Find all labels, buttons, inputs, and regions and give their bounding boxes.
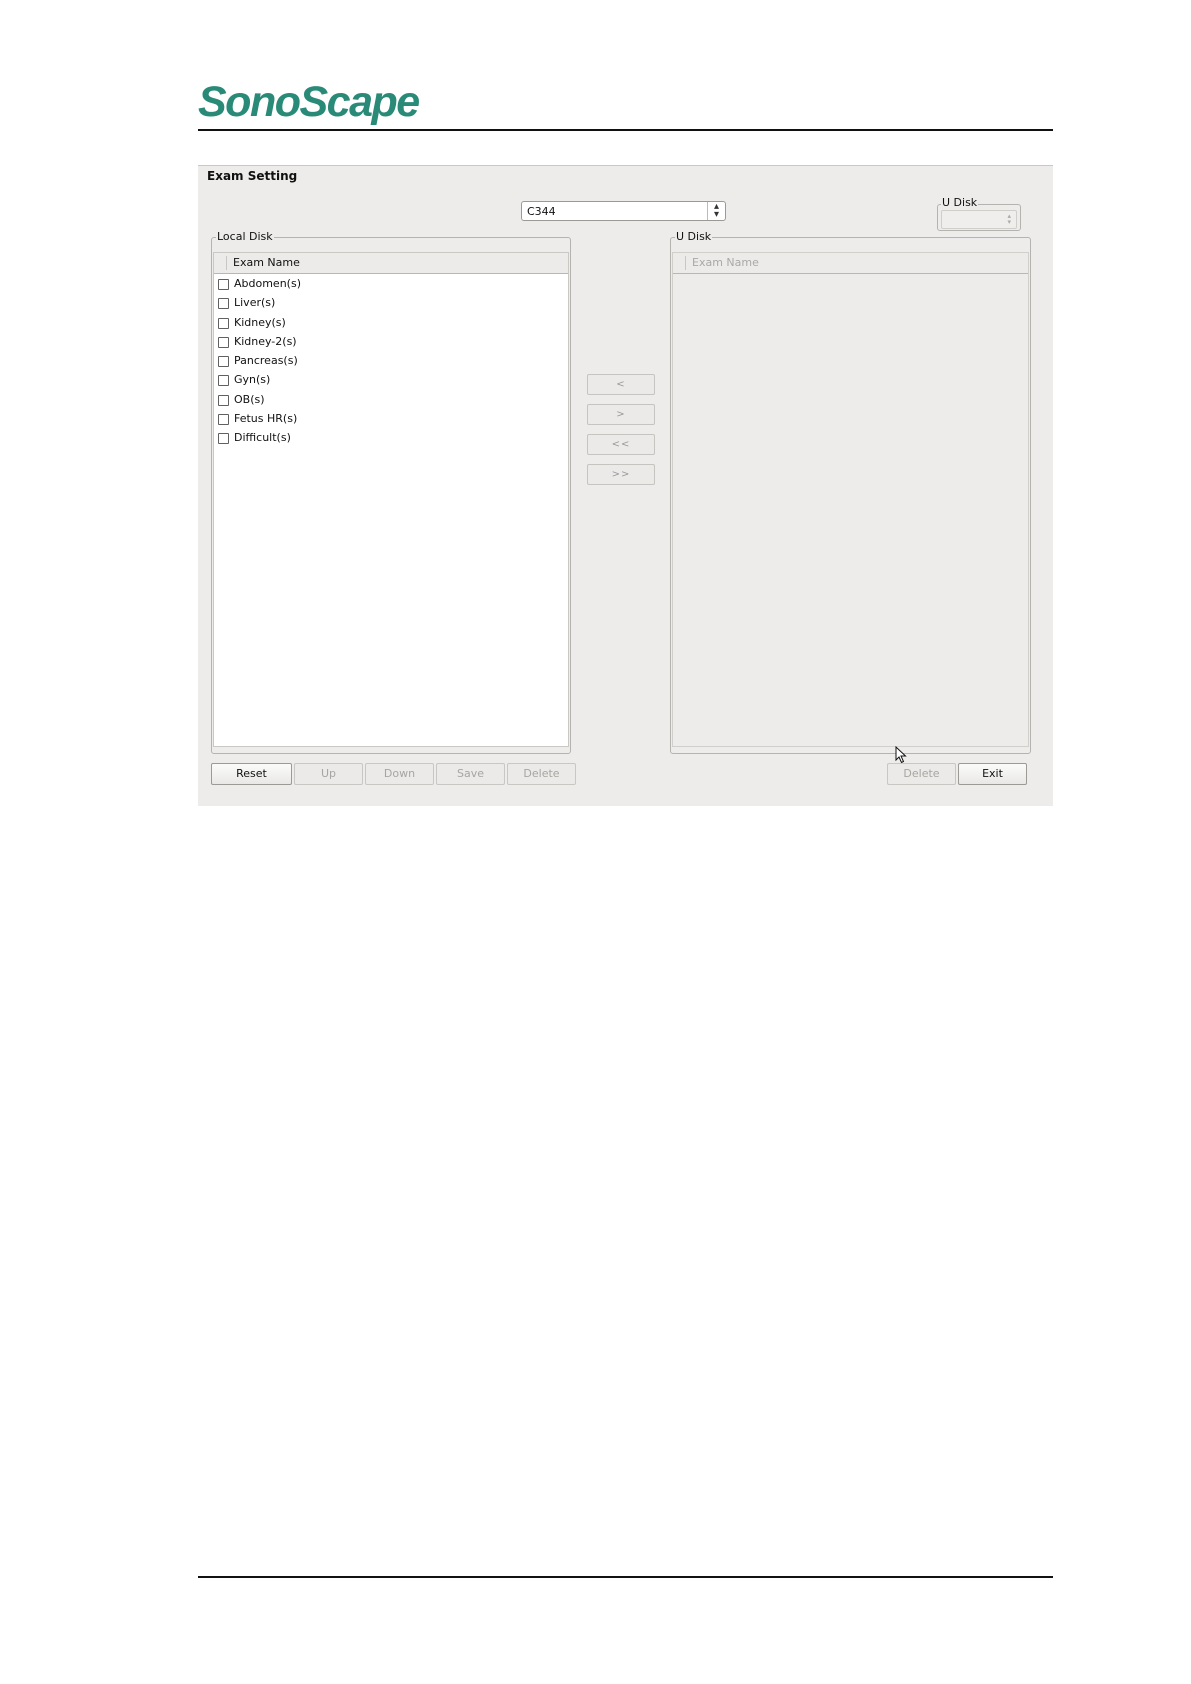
item-checkbox[interactable]: [218, 279, 229, 290]
item-label: Abdomen(s): [234, 277, 301, 290]
list-item[interactable]: Pancreas(s): [214, 351, 568, 370]
sonoscape-logo: SonoScape: [198, 78, 420, 126]
delete-udisk-button[interactable]: Delete: [887, 763, 956, 785]
header-separator: [226, 256, 227, 270]
list-item[interactable]: Fetus HR(s): [214, 409, 568, 428]
updown-arrows-icon: ▴ ▾: [1007, 212, 1011, 226]
item-label: OB(s): [234, 392, 265, 406]
item-label: Difficult(s): [234, 431, 291, 445]
item-checkbox[interactable]: [218, 414, 229, 426]
list-item[interactable]: Abdomen(s): [214, 274, 568, 293]
udisk-select[interactable]: ▴ ▾: [941, 210, 1017, 229]
list-item[interactable]: Liver(s): [214, 293, 568, 312]
header-rule: [198, 129, 1053, 131]
list-item[interactable]: Difficult(s): [214, 428, 568, 447]
local-disk-label: Local Disk: [216, 230, 274, 244]
item-checkbox[interactable]: [218, 394, 229, 406]
item-checkbox[interactable]: [218, 317, 229, 329]
local-disk-group: Local Disk Exam Name Abdomen(s) Liver(s) K…: [211, 230, 571, 754]
down-button[interactable]: Down: [365, 763, 434, 785]
local-list-header[interactable]: Exam Name: [214, 253, 568, 274]
list-item[interactable]: Gyn(s): [214, 370, 568, 389]
copy-all-right-button[interactable]: >>: [587, 464, 655, 485]
copy-right-button[interactable]: >: [587, 404, 655, 425]
item-label: Gyn(s): [234, 373, 271, 387]
copy-left-button[interactable]: <: [587, 374, 655, 395]
probe-select[interactable]: C344 ▴ ▾: [521, 201, 726, 221]
exam-name-column-header: Exam Name: [233, 256, 300, 269]
list-item[interactable]: OB(s): [214, 390, 568, 409]
item-checkbox[interactable]: [218, 336, 229, 348]
item-label: Kidney(s): [234, 315, 286, 329]
udisk-selector-group: U Disk ▴ ▾: [937, 196, 1021, 231]
u-disk-group: U Disk Exam Name: [670, 230, 1031, 754]
item-checkbox[interactable]: [218, 375, 229, 387]
footer-rule: [198, 1576, 1053, 1578]
mouse-cursor-icon: [895, 746, 907, 764]
local-exam-list[interactable]: Exam Name Abdomen(s) Liver(s) Kidney(s) Kid…: [213, 252, 569, 747]
exam-name-column-header: Exam Name: [692, 256, 759, 269]
item-checkbox[interactable]: [218, 433, 229, 445]
list-item[interactable]: Kidney-2(s): [214, 332, 568, 351]
item-label: Fetus HR(s): [234, 412, 298, 426]
up-button[interactable]: Up: [294, 763, 363, 785]
delete-local-button[interactable]: Delete: [507, 763, 576, 785]
item-label: Liver(s): [234, 296, 276, 310]
item-label: Pancreas(s): [234, 354, 298, 368]
item-checkbox[interactable]: [218, 298, 229, 310]
item-label: Kidney-2(s): [234, 334, 297, 348]
exit-button[interactable]: Exit: [958, 763, 1027, 785]
local-items: Abdomen(s) Liver(s) Kidney(s) Kidney-2(s) Pa…: [214, 274, 568, 448]
save-button[interactable]: Save: [436, 763, 505, 785]
probe-select-value: C344: [527, 205, 556, 218]
copy-all-left-button[interactable]: <<: [587, 434, 655, 455]
u-disk-label: U Disk: [675, 230, 713, 244]
udisk-list-header[interactable]: Exam Name: [673, 253, 1028, 274]
list-item[interactable]: Kidney(s): [214, 313, 568, 332]
header-separator: [685, 256, 686, 270]
udisk-exam-list[interactable]: Exam Name: [672, 252, 1029, 747]
item-checkbox[interactable]: [218, 356, 229, 368]
exam-setting-dialog: Exam Setting C344 ▴ ▾ U Disk ▴ ▾ Local Dis…: [198, 165, 1053, 806]
updown-arrows-icon: ▴ ▾: [707, 202, 725, 220]
dialog-title: Exam Setting: [207, 169, 298, 183]
reset-button[interactable]: Reset: [211, 763, 292, 785]
udisk-selector-label: U Disk: [941, 196, 979, 210]
